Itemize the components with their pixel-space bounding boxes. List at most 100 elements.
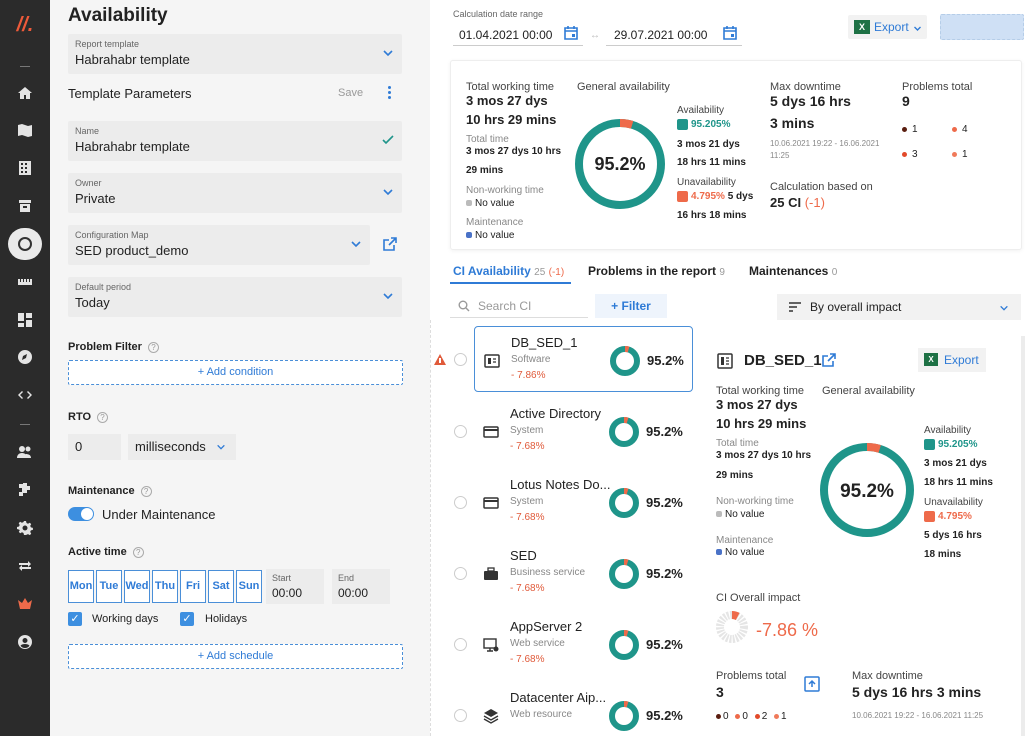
ci-select-radio[interactable] [454,638,467,651]
detail-availability-time2: 18 hrs 11 mins [924,477,993,488]
sync-icon[interactable] [15,556,35,576]
calculate-button-disabled[interactable] [940,14,1024,40]
panel-divider [430,320,431,736]
day-sun[interactable]: Sun [236,570,262,603]
end-label: End [338,573,355,583]
tab-problems[interactable]: Problems in the report 9 [588,264,725,278]
configuration-map-select[interactable]: Configuration Map SED product_demo [68,225,370,265]
help-icon[interactable]: ? [147,341,159,353]
open-problems-icon[interactable] [804,676,820,692]
rto-label: RTO [68,411,92,423]
maintenance-value-text: No value [475,230,515,241]
holidays-checkbox[interactable]: ✓ [180,612,194,626]
max-downtime-range2: 11:25 [770,151,790,160]
working-days-checkbox[interactable]: ✓ [68,612,82,626]
day-sat[interactable]: Sat [208,570,234,603]
ci-list-item[interactable]: AppServer 2 Web service - 7.68% 95.2% [474,611,693,677]
unavailability-label: Unavailability [677,177,736,188]
account-icon[interactable] [15,632,35,652]
excel-icon: X [924,353,938,366]
tab-delta: (-1) [548,267,565,278]
end-time-input[interactable]: End 00:00 [332,569,390,604]
ci-count: 25 CI [770,195,802,210]
day-thu[interactable]: Thu [152,570,178,603]
ci-list-item[interactable]: Datacenter Aip... Web resource 95.2% [474,682,693,748]
save-button[interactable]: Save [338,87,363,99]
help-icon[interactable]: ? [132,546,144,558]
rto-value-input[interactable]: 0 [68,434,121,460]
owner-select[interactable]: Owner Private [68,173,402,213]
help-icon[interactable]: ? [97,411,109,423]
default-period-select[interactable]: Default period Today [68,277,402,317]
ci-list-item[interactable]: Lotus Notes Do... System - 7.68% 95.2% [474,469,693,535]
rto-unit-select[interactable]: milliseconds [128,434,236,460]
open-external-icon[interactable] [382,236,398,252]
ci-list-item[interactable]: SED Business service - 7.68% 95.2% [474,540,693,606]
archive-icon[interactable] [15,196,35,216]
search-ci-input[interactable]: Search CI [450,294,588,318]
date-from-input[interactable]: 01.04.2021 00:00 [453,22,583,46]
add-schedule-button[interactable]: + Add schedule [68,644,403,669]
ci-mini-donut [609,559,639,589]
detail-export-button[interactable]: X Export [918,348,986,372]
app-logo[interactable]: //. [0,14,50,37]
day-wed[interactable]: Wed [124,570,150,603]
problem-count-text: 2 [761,711,768,722]
detail-scrollbar[interactable] [1021,336,1025,736]
day-tue[interactable]: Tue [96,570,122,603]
tab-count: 9 [719,267,725,278]
maintenance-toggle[interactable] [68,507,94,521]
ci-impact: - 7.86% [511,370,546,381]
ruler-icon[interactable] [15,272,35,292]
availability-icon[interactable] [15,234,35,254]
ci-list-item[interactable]: DB_SED_1 Software - 7.86% 95.2% [474,326,693,392]
ci-select-radio[interactable] [454,709,467,722]
detail-max-downtime-value: 5 dys 16 hrs 3 mins [852,684,982,700]
compass-icon[interactable] [15,347,35,367]
ci-select-radio[interactable] [454,496,467,509]
tab-maintenances[interactable]: Maintenances 0 [749,264,837,278]
ci-list-item[interactable]: Active Directory System - 7.68% 95.2% [474,398,693,464]
add-condition-button[interactable]: + Add condition [68,360,403,385]
name-field[interactable]: Name Habrahabr template [68,121,402,161]
ci-percent: 95.2% [647,353,684,368]
ci-overall-impact-value: -7.86 % [756,620,819,640]
total-time-label: Total time [466,134,509,145]
name-value: Habrahabr template [75,139,190,154]
start-time-input[interactable]: Start 00:00 [266,569,324,604]
template-settings-panel: Availability Report template Habrahabr t… [50,0,430,736]
ci-select-radio[interactable] [454,353,467,366]
more-vertical-icon[interactable] [388,86,392,100]
ci-mini-donut [609,630,639,660]
filter-button[interactable]: + Filter [595,294,667,318]
problem-count-text: 0 [742,711,748,722]
sort-select[interactable]: By overall impact [777,294,1021,320]
dashboard-icon[interactable] [15,310,35,330]
day-fri[interactable]: Fri [180,570,206,603]
map-icon[interactable] [15,120,35,140]
users-icon[interactable] [15,442,35,462]
day-mon[interactable]: Mon [68,570,94,603]
ci-select-radio[interactable] [454,567,467,580]
building-icon[interactable] [15,158,35,178]
code-icon[interactable] [15,385,35,405]
detail-twt-label: Total working time [716,385,805,397]
legend-swatch [466,232,472,239]
help-icon[interactable]: ? [140,485,152,497]
gear-icon[interactable] [15,518,35,538]
ci-impact: - 7.68% [510,441,545,452]
date-to-input[interactable]: 29.07.2021 00:00 [606,22,742,46]
export-button[interactable]: X Export [848,15,927,39]
tab-ci-availability[interactable]: CI Availability 25 (-1) [453,264,564,278]
report-template-select[interactable]: Report template Habrahabr template [68,34,402,74]
detail-availability-time1: 3 mos 21 dys [924,458,987,469]
open-external-icon[interactable] [821,352,837,368]
check-icon[interactable] [382,134,394,146]
crown-icon[interactable] [15,594,35,614]
puzzle-icon[interactable] [15,480,35,500]
ci-select-radio[interactable] [454,425,467,438]
default-period-label: Default period [75,282,132,292]
calendar-icon[interactable] [722,25,738,41]
calendar-icon[interactable] [563,25,579,41]
home-icon[interactable] [15,83,35,103]
